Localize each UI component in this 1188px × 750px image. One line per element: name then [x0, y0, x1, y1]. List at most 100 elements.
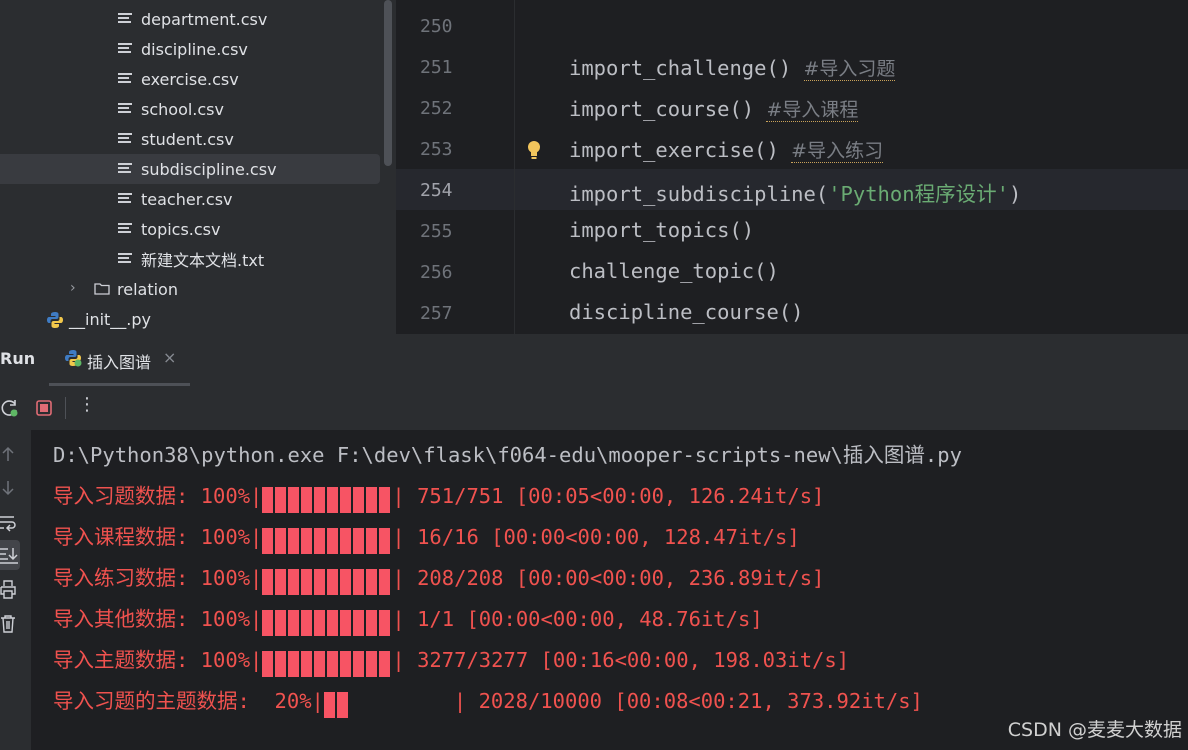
- code-text: import_topics(): [569, 218, 754, 242]
- progress-bar-fill: [262, 487, 393, 513]
- progress-track: [262, 528, 393, 554]
- code-editor[interactable]: 250 251 import_challenge() #导入习题 252 import_…: [396, 0, 1188, 334]
- progress-track: [323, 692, 454, 718]
- tree-file-row[interactable]: exercise.csv: [0, 64, 380, 94]
- line-number: 256: [420, 262, 453, 283]
- arrow-down-icon[interactable]: [0, 478, 20, 498]
- code-comment: #导入习题: [803, 58, 896, 81]
- more-options-icon[interactable]: ⋮: [78, 394, 96, 415]
- chevron-right-icon[interactable]: ›: [70, 280, 76, 296]
- tree-folder-relation[interactable]: › relation: [0, 274, 380, 304]
- print-icon[interactable]: [0, 580, 20, 600]
- run-tab[interactable]: 插入图谱 ×: [49, 334, 190, 386]
- tree-file-row[interactable]: subdiscipline.csv: [0, 154, 380, 184]
- text-file-icon: [118, 253, 132, 265]
- lightbulb-icon[interactable]: [524, 139, 544, 161]
- code-token: discipline_course(): [569, 300, 804, 324]
- progress-line: 导入习题数据: 100%| | 751/751 [00:05<00:00, 126…: [53, 479, 824, 513]
- progress-stats: | 16/16 [00:00<00:00, 128.47it/s]: [392, 525, 800, 549]
- code-token: import_challenge(): [569, 56, 792, 80]
- progress-stats: | 751/751 [00:05<00:00, 126.24it/s]: [392, 484, 825, 508]
- progress-track: [262, 651, 393, 677]
- tree-file-row[interactable]: topics.csv: [0, 214, 380, 244]
- progress-line: 导入习题的主题数据: 20%| | 2028/10000 [00:08<00:21…: [53, 684, 923, 718]
- code-token: import_subdiscipline(: [569, 182, 829, 206]
- code-token: ): [1008, 182, 1022, 206]
- text-file-icon: [118, 133, 132, 145]
- code-token: import_topics(): [569, 218, 755, 242]
- code-text: import_challenge() #导入习题: [569, 54, 896, 81]
- progress-label: 导入主题数据: 100%|: [53, 648, 263, 672]
- soft-wrap-icon[interactable]: [0, 512, 20, 532]
- tree-file-label: exercise.csv: [141, 69, 239, 89]
- progress-line: 导入主题数据: 100%| | 3277/3277 [00:16<00:00, 1…: [53, 643, 849, 677]
- project-tree: department.csv discipline.csv exercise.csv…: [0, 0, 396, 334]
- code-comment: #导入练习: [791, 140, 884, 163]
- progress-track: [262, 610, 393, 636]
- code-text: import_subdiscipline('Python程序设计'): [569, 177, 1021, 207]
- progress-line: 导入其他数据: 100%| | 1/1 [00:00<00:00, 48.76it…: [53, 602, 763, 636]
- line-number: 253: [420, 139, 453, 160]
- tree-file-row[interactable]: teacher.csv: [0, 184, 380, 214]
- text-file-icon: [118, 43, 132, 55]
- code-text: discipline_course(): [569, 300, 804, 324]
- stop-icon[interactable]: [36, 400, 52, 416]
- watermark: CSDN @麦麦大数据: [1007, 719, 1182, 741]
- close-icon[interactable]: ×: [163, 348, 176, 367]
- line-number: 257: [420, 303, 453, 324]
- progress-track: [262, 487, 393, 513]
- code-comment: #导入课程: [766, 99, 859, 122]
- progress-label: 导入习题的主题数据: 20%|: [53, 689, 324, 713]
- tree-file-label: subdiscipline.csv: [141, 159, 277, 179]
- tree-scrollbar[interactable]: [384, 0, 392, 166]
- toolbar-separator: [65, 397, 66, 419]
- tree-file-row[interactable]: student.csv: [0, 124, 380, 154]
- code-token: import_exercise(): [569, 138, 779, 162]
- scroll-to-end-button[interactable]: [0, 540, 20, 570]
- progress-stats: | 1/1 [00:00<00:00, 48.76it/s]: [392, 607, 763, 631]
- python-run-icon: [65, 350, 82, 367]
- progress-label: 导入课程数据: 100%|: [53, 525, 263, 549]
- progress-line: 导入练习数据: 100%| | 208/208 [00:00<00:00, 236…: [53, 561, 824, 595]
- tree-file-row[interactable]: department.csv: [0, 4, 380, 34]
- text-file-icon: [118, 73, 132, 85]
- rerun-icon[interactable]: [0, 398, 20, 418]
- line-number: 254: [420, 180, 453, 201]
- code-token: challenge_topic(): [569, 259, 779, 283]
- text-file-icon: [118, 103, 132, 115]
- tree-file-label: teacher.csv: [141, 189, 233, 209]
- line-number: 252: [420, 98, 453, 119]
- tree-file-label: department.csv: [141, 9, 268, 29]
- console-command-line: D:\Python38\python.exe F:\dev\flask\f064…: [53, 443, 962, 467]
- code-text: import_course() #导入课程: [569, 95, 859, 122]
- trash-icon[interactable]: [0, 614, 20, 634]
- progress-bar-fill: [262, 569, 393, 595]
- tree-file-init-py[interactable]: __init__.py: [0, 304, 380, 334]
- tree-file-label: __init__.py: [69, 309, 152, 329]
- tree-file-row[interactable]: 新建文本文档.txt: [0, 244, 380, 274]
- progress-line: 导入课程数据: 100%| | 16/16 [00:00<00:00, 128.4…: [53, 520, 800, 554]
- run-tab-label: 插入图谱: [87, 353, 152, 372]
- python-file-icon: [47, 312, 63, 328]
- tree-file-label: 新建文本文档.txt: [141, 251, 265, 270]
- tree-file-row[interactable]: school.csv: [0, 94, 380, 124]
- progress-track: [262, 569, 393, 595]
- arrow-up-icon[interactable]: [0, 444, 20, 464]
- run-title: Run: [0, 349, 36, 368]
- progress-bar-fill: [262, 528, 393, 554]
- progress-label: 导入其他数据: 100%|: [53, 607, 263, 631]
- text-file-icon: [118, 163, 132, 175]
- tree-file-row[interactable]: discipline.csv: [0, 34, 380, 64]
- tree-file-label: student.csv: [141, 129, 234, 149]
- line-number: 255: [420, 221, 453, 242]
- scroll-to-end-icon: [0, 548, 18, 564]
- progress-stats: | 2028/10000 [00:08<00:21, 373.92it/s]: [453, 689, 923, 713]
- console-side-toolbar: [0, 430, 31, 750]
- progress-bar-fill: [262, 610, 393, 636]
- progress-stats: | 3277/3277 [00:16<00:00, 198.03it/s]: [392, 648, 850, 672]
- run-console[interactable]: D:\Python38\python.exe F:\dev\flask\f064…: [31, 430, 1188, 750]
- text-file-icon: [118, 193, 132, 205]
- string-literal: 'Python程序设计': [828, 182, 1009, 206]
- run-tool-window-header: Run 插入图谱 ×: [0, 334, 1188, 387]
- run-toolbar: ⋮: [0, 386, 1188, 430]
